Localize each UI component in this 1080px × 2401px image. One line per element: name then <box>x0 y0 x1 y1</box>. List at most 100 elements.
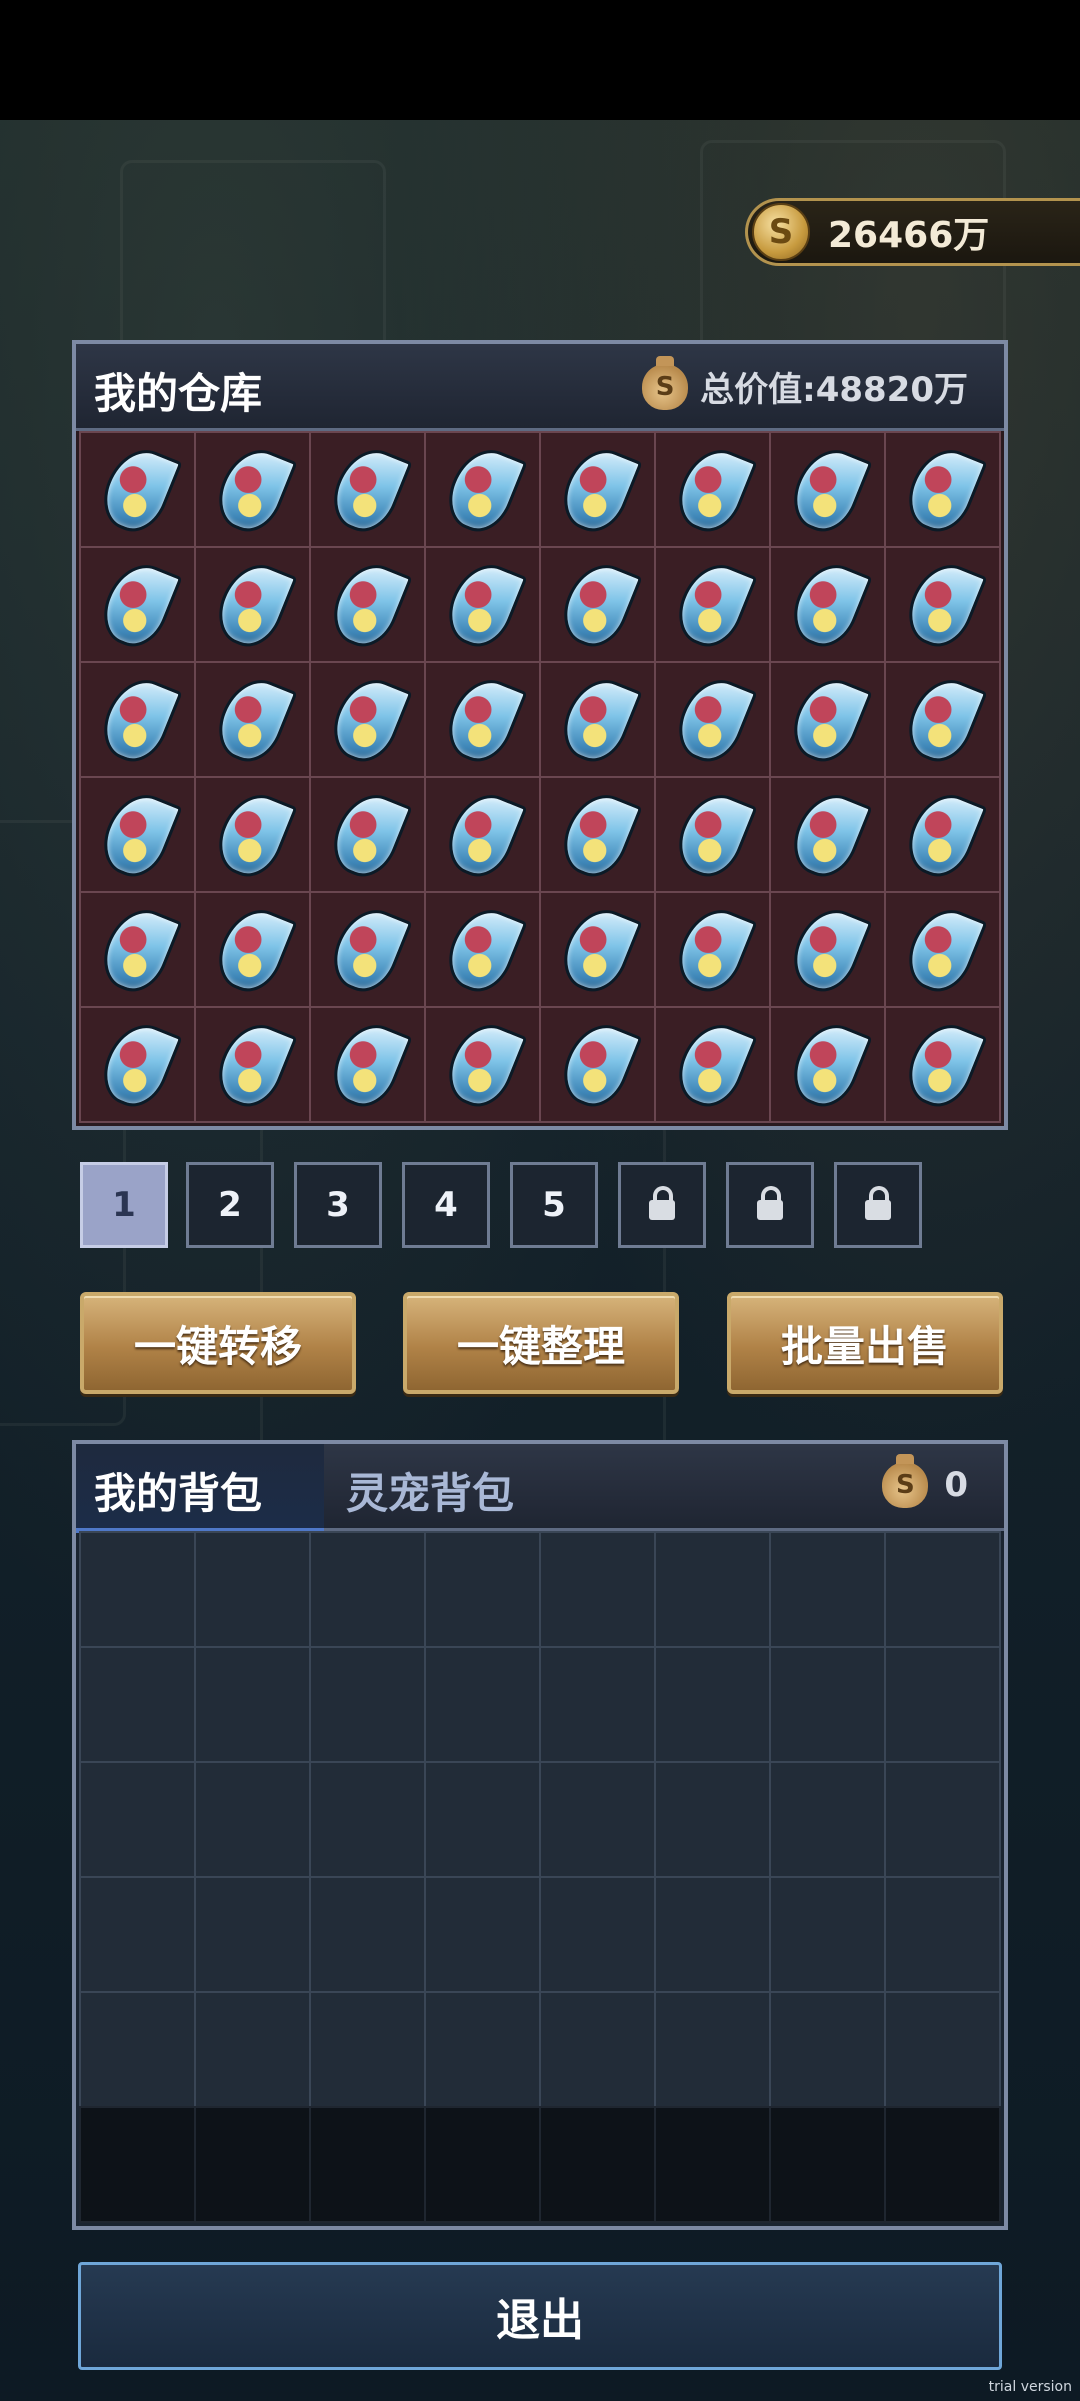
backpack-slot[interactable] <box>769 1761 886 1878</box>
warehouse-slot[interactable] <box>424 546 541 663</box>
warehouse-slot[interactable] <box>194 661 311 778</box>
warehouse-slot[interactable] <box>424 776 541 893</box>
backpack-slot[interactable] <box>654 2106 771 2223</box>
warehouse-slot[interactable] <box>884 776 1001 893</box>
backpack-slot[interactable] <box>79 1531 196 1648</box>
warehouse-slot[interactable] <box>769 776 886 893</box>
warehouse-slot[interactable] <box>309 1006 426 1123</box>
warehouse-slot[interactable] <box>194 431 311 548</box>
warehouse-slot[interactable] <box>539 431 656 548</box>
backpack-slot[interactable] <box>654 1646 771 1763</box>
backpack-slot[interactable] <box>884 1991 1001 2108</box>
backpack-slot[interactable] <box>539 1646 656 1763</box>
page-tab-1[interactable]: 1 <box>80 1162 168 1248</box>
warehouse-slot[interactable] <box>194 1006 311 1123</box>
warehouse-slot[interactable] <box>79 1006 196 1123</box>
backpack-slot[interactable] <box>539 1876 656 1993</box>
backpack-slot[interactable] <box>79 1991 196 2108</box>
backpack-slot[interactable] <box>769 1531 886 1648</box>
backpack-slot[interactable] <box>654 1761 771 1878</box>
warehouse-slot[interactable] <box>194 891 311 1008</box>
locked-page-tab[interactable] <box>834 1162 922 1248</box>
backpack-slot[interactable] <box>769 2106 886 2223</box>
backpack-slot[interactable] <box>884 1761 1001 1878</box>
backpack-slot[interactable] <box>309 1531 426 1648</box>
warehouse-slot[interactable] <box>654 776 771 893</box>
backpack-slot[interactable] <box>309 1761 426 1878</box>
backpack-slot[interactable] <box>194 1876 311 1993</box>
backpack-slot[interactable] <box>194 2106 311 2223</box>
page-tab-5[interactable]: 5 <box>510 1162 598 1248</box>
warehouse-slot[interactable] <box>424 891 541 1008</box>
warehouse-slot[interactable] <box>79 891 196 1008</box>
warehouse-slot[interactable] <box>79 431 196 548</box>
backpack-slot[interactable] <box>884 1876 1001 1993</box>
page-tab-4[interactable]: 4 <box>402 1162 490 1248</box>
warehouse-slot[interactable] <box>769 661 886 778</box>
warehouse-slot[interactable] <box>539 661 656 778</box>
backpack-slot[interactable] <box>884 2106 1001 2223</box>
page-tab-3[interactable]: 3 <box>294 1162 382 1248</box>
warehouse-slot[interactable] <box>309 776 426 893</box>
warehouse-slot[interactable] <box>194 776 311 893</box>
warehouse-slot[interactable] <box>309 546 426 663</box>
page-tab-2[interactable]: 2 <box>186 1162 274 1248</box>
warehouse-slot[interactable] <box>769 891 886 1008</box>
warehouse-slot[interactable] <box>769 1006 886 1123</box>
locked-page-tab[interactable] <box>618 1162 706 1248</box>
backpack-slot[interactable] <box>79 1646 196 1763</box>
tab-my-backpack[interactable]: 我的背包 <box>76 1444 324 1533</box>
locked-page-tab[interactable] <box>726 1162 814 1248</box>
backpack-slot[interactable] <box>309 1646 426 1763</box>
warehouse-slot[interactable] <box>79 546 196 663</box>
backpack-slot[interactable] <box>309 1876 426 1993</box>
warehouse-slot[interactable] <box>424 661 541 778</box>
backpack-slot[interactable] <box>424 1991 541 2108</box>
warehouse-slot[interactable] <box>424 431 541 548</box>
backpack-slot[interactable] <box>769 1991 886 2108</box>
warehouse-slot[interactable] <box>539 776 656 893</box>
backpack-slot[interactable] <box>424 1531 541 1648</box>
warehouse-slot[interactable] <box>539 546 656 663</box>
batch-sell-button[interactable]: 批量出售 <box>727 1292 1003 1394</box>
backpack-slot[interactable] <box>539 1531 656 1648</box>
warehouse-slot[interactable] <box>654 661 771 778</box>
backpack-slot[interactable] <box>79 1761 196 1878</box>
backpack-slot[interactable] <box>194 1991 311 2108</box>
backpack-slot[interactable] <box>424 1876 541 1993</box>
backpack-slot[interactable] <box>194 1646 311 1763</box>
backpack-slot[interactable] <box>424 1646 541 1763</box>
backpack-slot[interactable] <box>309 1991 426 2108</box>
tab-pet-backpack[interactable]: 灵宠背包 <box>346 1460 514 1521</box>
backpack-slot[interactable] <box>654 1876 771 1993</box>
backpack-slot[interactable] <box>424 1761 541 1878</box>
backpack-slot[interactable] <box>769 1646 886 1763</box>
warehouse-slot[interactable] <box>539 1006 656 1123</box>
warehouse-slot[interactable] <box>424 1006 541 1123</box>
backpack-slot[interactable] <box>539 1761 656 1878</box>
warehouse-slot[interactable] <box>769 546 886 663</box>
warehouse-slot[interactable] <box>654 431 771 548</box>
warehouse-slot[interactable] <box>194 546 311 663</box>
warehouse-slot[interactable] <box>309 661 426 778</box>
warehouse-slot[interactable] <box>309 431 426 548</box>
backpack-slot[interactable] <box>769 1876 886 1993</box>
organize-button[interactable]: 一键整理 <box>403 1292 679 1394</box>
warehouse-slot[interactable] <box>884 431 1001 548</box>
warehouse-slot[interactable] <box>884 661 1001 778</box>
warehouse-slot[interactable] <box>654 546 771 663</box>
backpack-slot[interactable] <box>884 1531 1001 1648</box>
warehouse-slot[interactable] <box>884 891 1001 1008</box>
warehouse-slot[interactable] <box>309 891 426 1008</box>
warehouse-slot[interactable] <box>654 1006 771 1123</box>
backpack-slot[interactable] <box>539 2106 656 2223</box>
warehouse-slot[interactable] <box>654 891 771 1008</box>
warehouse-slot[interactable] <box>884 1006 1001 1123</box>
warehouse-slot[interactable] <box>769 431 886 548</box>
exit-button[interactable]: 退出 <box>78 2262 1002 2370</box>
warehouse-slot[interactable] <box>884 546 1001 663</box>
backpack-slot[interactable] <box>194 1531 311 1648</box>
backpack-slot[interactable] <box>309 2106 426 2223</box>
warehouse-slot[interactable] <box>79 661 196 778</box>
backpack-slot[interactable] <box>79 2106 196 2223</box>
